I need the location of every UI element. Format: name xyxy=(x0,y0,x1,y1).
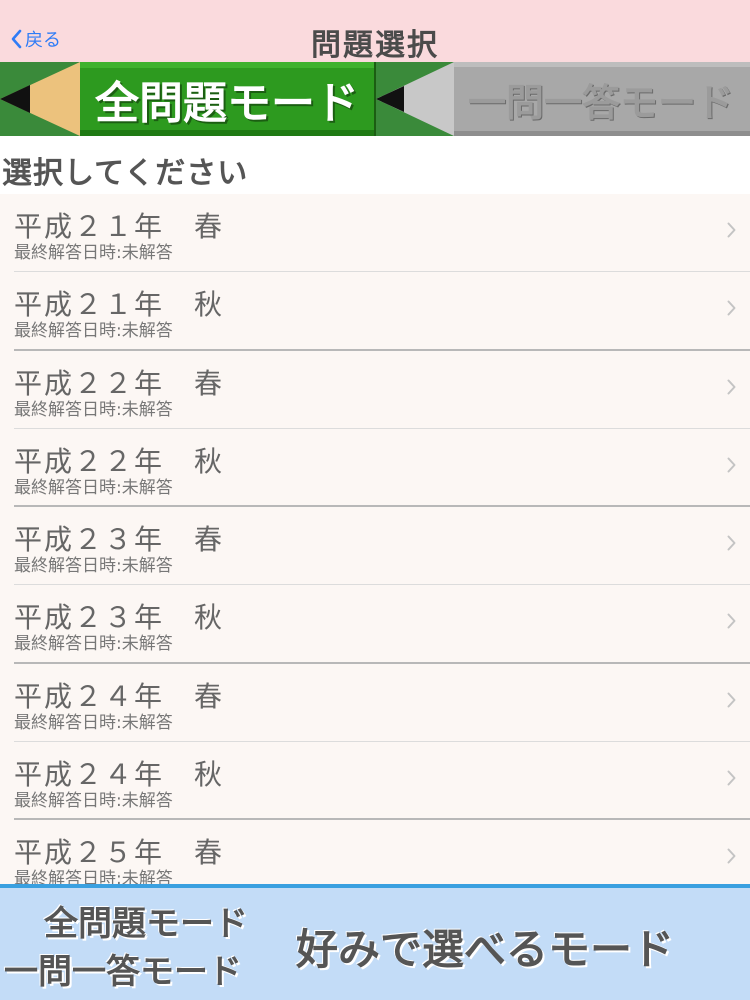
list-item[interactable]: 平成２５年 春最終解答日時:未解答 xyxy=(0,820,750,884)
page-title: 問題選択 xyxy=(311,28,439,63)
list-item-subtitle: 最終解答日時:未解答 xyxy=(14,243,173,263)
chevron-right-icon xyxy=(727,457,736,473)
banner-one-mode-text: 一問一答モード xyxy=(4,952,242,992)
promo-banner: 全問題モード 一問一答モード 好みで選べるモード xyxy=(0,888,750,1000)
list-item[interactable]: 平成２４年 秋最終解答日時:未解答 xyxy=(0,742,750,821)
banner-all-mode-text: 全問題モード xyxy=(44,904,248,944)
mode-tabs: 全問題モード 一問一答モード xyxy=(0,62,750,136)
list-item-subtitle: 最終解答日時:未解答 xyxy=(14,712,173,733)
exam-list: 平成２１年 春最終解答日時:未解答 平成２１年 秋最終解答日時:未解答 平成２２年 … xyxy=(0,194,750,884)
list-item-subtitle: 最終解答日時:未解答 xyxy=(14,869,173,884)
chevron-right-icon xyxy=(727,222,736,238)
chevron-right-icon xyxy=(727,535,736,551)
list-item-subtitle: 最終解答日時:未解答 xyxy=(14,634,173,655)
chevron-right-icon xyxy=(727,613,736,629)
list-item-subtitle: 最終解答日時:未解答 xyxy=(14,556,173,577)
list-item[interactable]: 平成２１年 秋最終解答日時:未解答 xyxy=(0,272,750,351)
chevron-right-icon xyxy=(727,848,736,864)
list-item-subtitle: 最終解答日時:未解答 xyxy=(14,399,173,420)
list-item-subtitle: 最終解答日時:未解答 xyxy=(14,321,173,342)
list-item[interactable]: 平成２３年 春最終解答日時:未解答 xyxy=(0,507,750,586)
list-item[interactable]: 平成２２年 春最終解答日時:未解答 xyxy=(0,351,750,429)
tab-all-questions[interactable]: 全問題モード xyxy=(0,62,376,136)
list-item[interactable]: 平成２１年 春最終解答日時:未解答 xyxy=(0,194,750,273)
banner-tagline: 好みで選べるモード xyxy=(296,925,675,974)
app-root: 戻る 問題選択 全問題モード 一問一答モード 選択してください 平成２１年 春 … xyxy=(0,0,750,1000)
tab-all-label: 全問題モード xyxy=(95,78,359,129)
section-title: 選択してください xyxy=(2,156,249,191)
chevron-right-icon xyxy=(727,300,736,316)
navigation-bar: 戻る 問題選択 xyxy=(0,0,750,63)
chevron-right-icon xyxy=(727,379,736,395)
chevron-right-icon xyxy=(727,692,736,708)
list-item[interactable]: 平成２２年 秋最終解答日時:未解答 xyxy=(0,429,750,508)
section-header: 選択してください xyxy=(0,136,750,194)
list-item[interactable]: 平成２４年 春最終解答日時:未解答 xyxy=(0,664,750,743)
chevron-right-icon xyxy=(727,770,736,786)
list-item[interactable]: 平成２３年 秋最終解答日時:未解答 xyxy=(0,585,750,664)
tab-one-label: 一問一答モード xyxy=(467,80,734,125)
tab-one-by-one[interactable]: 一問一答モード xyxy=(376,62,750,136)
list-item-subtitle: 最終解答日時:未解答 xyxy=(14,791,173,812)
list-item-subtitle: 最終解答日時:未解答 xyxy=(14,477,173,498)
